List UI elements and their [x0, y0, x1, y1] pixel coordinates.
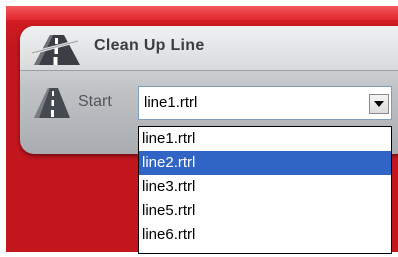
- road-cleanup-icon: [31, 35, 80, 65]
- start-select[interactable]: line1.rtrl: [138, 86, 392, 120]
- start-select-value: line1.rtrl: [144, 94, 198, 111]
- chevron-down-icon: [374, 101, 384, 107]
- panel-title: Clean Up Line: [94, 37, 205, 54]
- dropdown-option-highlighted[interactable]: line2.rtrl: [139, 151, 391, 175]
- road-icon: [34, 88, 70, 118]
- dropdown-option[interactable]: line1.rtrl: [139, 127, 391, 151]
- start-dropdown-list[interactable]: line1.rtrl line2.rtrl line3.rtrl line5.r…: [138, 126, 392, 254]
- start-label: Start: [78, 93, 112, 110]
- dropdown-arrow-button[interactable]: [369, 94, 389, 114]
- dropdown-option[interactable]: line5.rtrl: [139, 199, 391, 223]
- dropdown-option[interactable]: line3.rtrl: [139, 175, 391, 199]
- backdrop-gloss: [6, 6, 398, 20]
- dropdown-option[interactable]: line6.rtrl: [139, 223, 391, 247]
